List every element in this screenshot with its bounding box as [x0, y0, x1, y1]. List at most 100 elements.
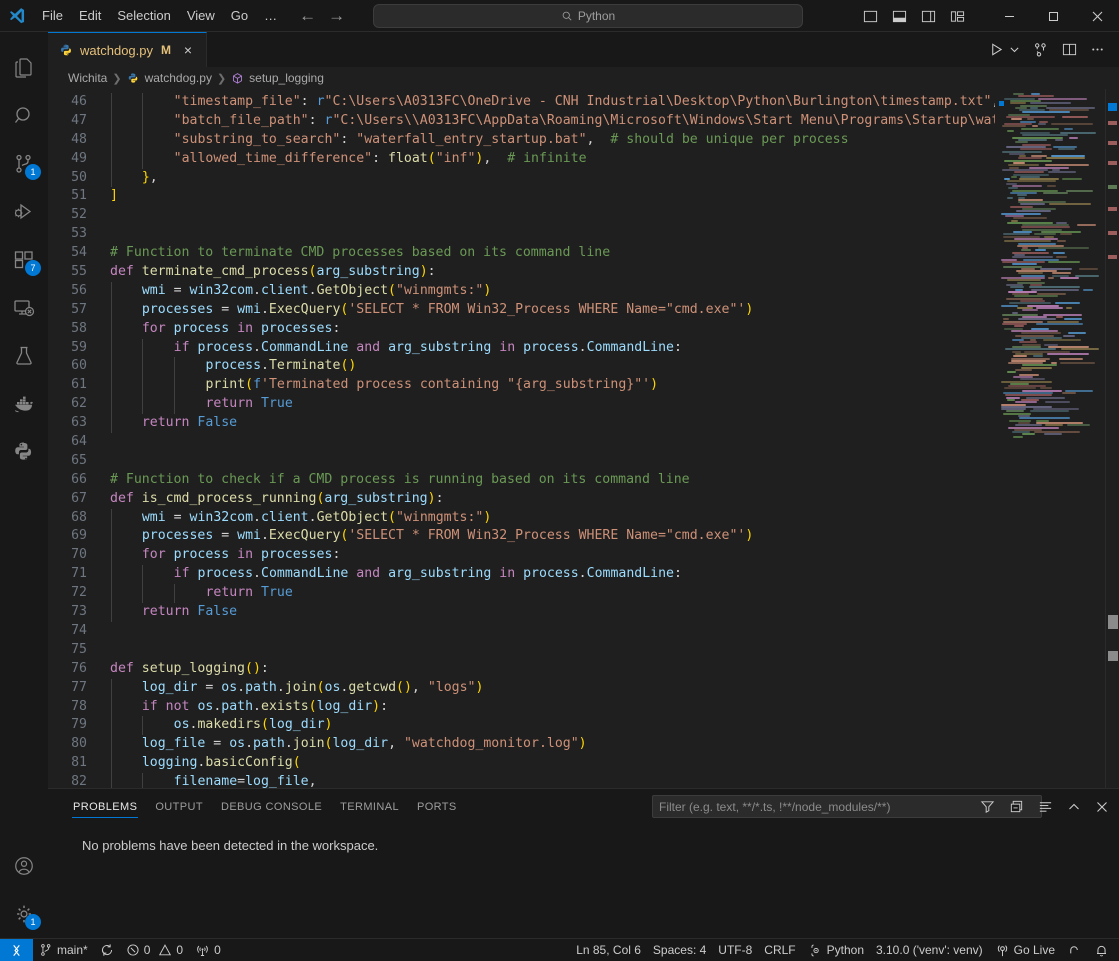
- minimap-line: [1044, 433, 1062, 436]
- breadcrumb-item-folder[interactable]: Wichita: [68, 71, 107, 85]
- close-panel-icon[interactable]: [1095, 800, 1109, 814]
- tab-problems[interactable]: PROBLEMS: [64, 789, 146, 824]
- editor-scrollbar[interactable]: [1105, 89, 1119, 788]
- code-line: 64: [48, 433, 995, 452]
- minimap-line: [1027, 118, 1034, 121]
- files-icon: [15, 58, 32, 78]
- toggle-panel-icon[interactable]: [892, 9, 907, 24]
- indent-guide: [142, 773, 144, 788]
- source-control-graph-icon[interactable]: [1033, 42, 1049, 58]
- maximize-button[interactable]: [1031, 0, 1075, 32]
- minimap-line: [1007, 398, 1015, 401]
- sidebar-item-remote-explorer[interactable]: [0, 284, 48, 332]
- customize-layout-icon[interactable]: [950, 9, 965, 24]
- line-number: 69: [71, 528, 87, 544]
- manage-settings-button[interactable]: 1: [0, 890, 48, 938]
- breadcrumb-item-file[interactable]: watchdog.py: [127, 71, 212, 85]
- sidebar-item-testing[interactable]: [0, 332, 48, 380]
- minimap-line: [1018, 95, 1054, 98]
- split-editor-icon[interactable]: [1062, 42, 1077, 57]
- arrow-right-icon[interactable]: →: [328, 7, 345, 24]
- minimap-line: [1011, 118, 1022, 121]
- line-number: 66: [71, 471, 87, 487]
- maximize-panel-icon[interactable]: [1067, 800, 1081, 814]
- minimap-line: [1059, 357, 1083, 360]
- tab-debug-console[interactable]: DEBUG CONSOLE: [212, 789, 331, 824]
- tab-watchdog-py[interactable]: watchdog.py M ×: [48, 32, 207, 67]
- status-indentation[interactable]: Spaces: 4: [647, 939, 712, 961]
- run-debug-icon: [14, 203, 32, 220]
- code-editor[interactable]: 46 "timestamp_file": r"C:\Users\A0313FC\…: [48, 89, 995, 788]
- status-branch[interactable]: main*: [33, 939, 94, 961]
- status-remote-button[interactable]: [0, 938, 33, 961]
- status-editor-actions[interactable]: [1061, 939, 1088, 961]
- sidebar-item-run-and-debug[interactable]: [0, 188, 48, 236]
- code-line: 51]: [48, 187, 995, 206]
- status-python-interpreter[interactable]: 3.10.0 ('venv': venv): [870, 939, 989, 961]
- status-encoding[interactable]: UTF-8: [712, 939, 758, 961]
- status-go-live[interactable]: Go Live: [989, 939, 1061, 961]
- scrollbar-thumb[interactable]: [1108, 615, 1118, 629]
- command-center[interactable]: Python: [373, 4, 803, 28]
- indent-guide: [110, 338, 112, 358]
- status-notifications[interactable]: [1088, 939, 1115, 961]
- status-problems[interactable]: 0 0: [120, 939, 189, 961]
- sidebar-item-source-control[interactable]: 1: [0, 140, 48, 188]
- line-content: },: [110, 168, 995, 188]
- view-as-list-icon[interactable]: [1038, 799, 1053, 814]
- sidebar-item-extensions[interactable]: 7: [0, 236, 48, 284]
- status-sync[interactable]: [94, 939, 120, 961]
- sidebar-item-search[interactable]: [0, 92, 48, 140]
- line-content: [110, 452, 995, 471]
- status-ports[interactable]: 0: [189, 939, 227, 961]
- sidebar-item-explorer[interactable]: [0, 44, 48, 92]
- run-options-chevron-icon[interactable]: [1009, 44, 1020, 55]
- indent-guide: [110, 754, 112, 774]
- minimize-button[interactable]: [987, 0, 1031, 32]
- more-actions-icon[interactable]: [1090, 42, 1105, 57]
- minimap-line: [1008, 187, 1018, 190]
- accounts-button[interactable]: [0, 842, 48, 890]
- breadcrumb-item-symbol[interactable]: setup_logging: [231, 71, 324, 85]
- line-content: os.makedirs(log_dir): [110, 716, 995, 736]
- sidebar-item-docker[interactable]: [0, 380, 48, 428]
- close-button[interactable]: [1075, 0, 1119, 32]
- menu-more[interactable]: …: [256, 4, 285, 28]
- menu-bar[interactable]: File Edit Selection View Go …: [34, 4, 285, 28]
- title-bar: File Edit Selection View Go … ← → Python: [0, 0, 1119, 32]
- toggle-primary-sidebar-icon[interactable]: [863, 9, 878, 24]
- editor-action-bar: [975, 32, 1119, 67]
- minimap-line: [1049, 203, 1091, 206]
- tab-close-icon[interactable]: ×: [180, 42, 196, 58]
- sidebar-item-python[interactable]: [0, 428, 48, 476]
- status-eol[interactable]: CRLF: [758, 939, 801, 961]
- arrow-left-icon[interactable]: ←: [299, 7, 316, 24]
- minimap-line: [1032, 125, 1038, 128]
- tab-terminal[interactable]: TERMINAL: [331, 789, 408, 824]
- search-input[interactable]: Python: [373, 4, 803, 28]
- minimap-line: [1014, 171, 1044, 174]
- indent-guide: [173, 376, 175, 396]
- tab-ports[interactable]: PORTS: [408, 789, 466, 824]
- menu-selection[interactable]: Selection: [109, 4, 178, 28]
- status-language-mode[interactable]: Python: [802, 939, 870, 961]
- line-number: 73: [71, 604, 87, 620]
- line-content: ]: [110, 188, 118, 204]
- scrollbar-thumb-secondary[interactable]: [1108, 651, 1118, 661]
- run-python-file-icon[interactable]: [989, 42, 1004, 57]
- collapse-all-icon[interactable]: [1009, 799, 1024, 814]
- code-line: 66 # Function to check if a CMD process i…: [48, 471, 995, 490]
- menu-view[interactable]: View: [179, 4, 223, 28]
- filter-placeholder: Filter (e.g. text, **/*.ts, !**/node_mod…: [659, 799, 891, 814]
- minimap[interactable]: [995, 89, 1105, 788]
- filter-icon[interactable]: [980, 799, 995, 814]
- line-content: # Function to terminate CMD processes ba…: [110, 245, 611, 261]
- menu-go[interactable]: Go: [223, 4, 256, 28]
- menu-edit[interactable]: Edit: [71, 4, 109, 28]
- minimap-line: [1046, 157, 1085, 160]
- menu-file[interactable]: File: [34, 4, 71, 28]
- status-cursor-position[interactable]: Ln 85, Col 6: [570, 939, 647, 961]
- toggle-secondary-sidebar-icon[interactable]: [921, 9, 936, 24]
- tab-output[interactable]: OUTPUT: [146, 789, 212, 824]
- line-content: if process.CommandLine and arg_substring…: [110, 338, 995, 358]
